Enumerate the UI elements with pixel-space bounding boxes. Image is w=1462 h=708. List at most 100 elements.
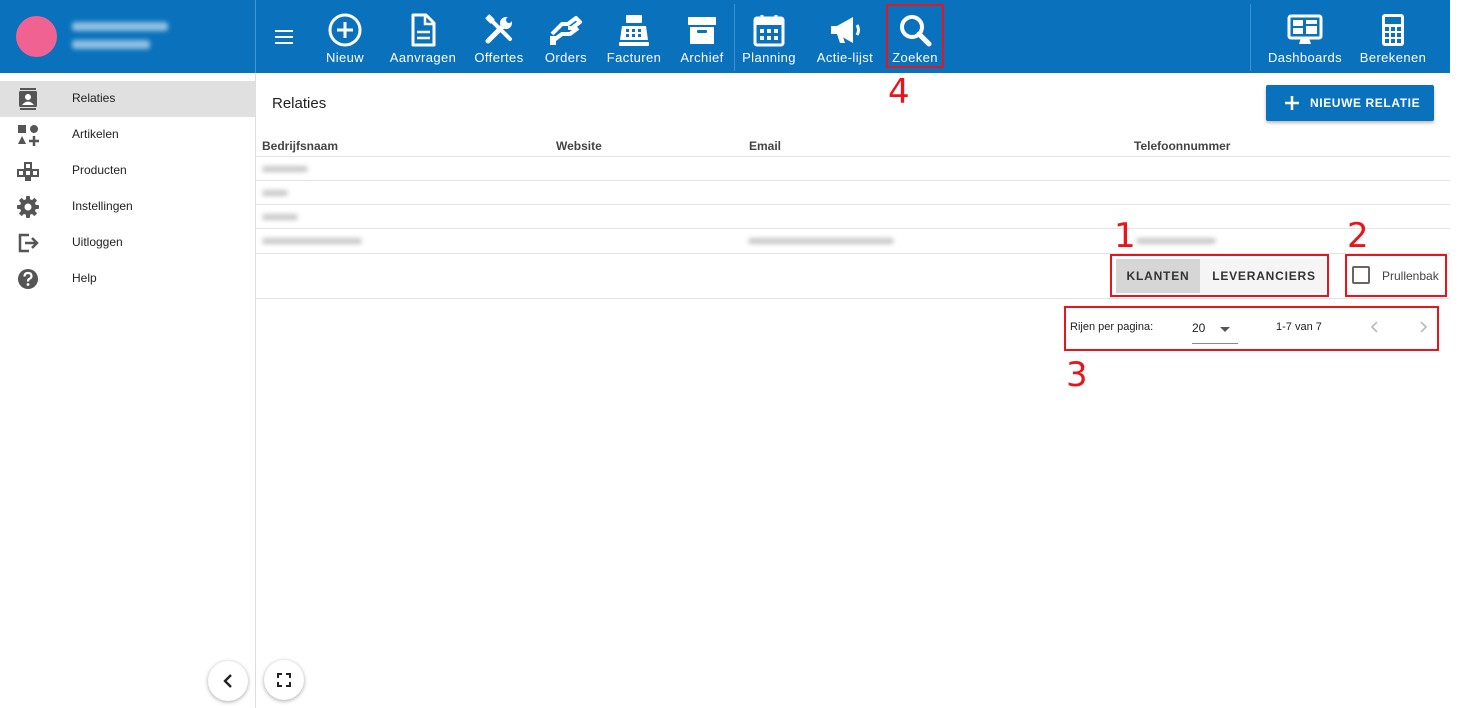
rows-per-page-label: Rijen per pagina: xyxy=(1070,321,1154,333)
sidebar-item-instellingen[interactable]: Instellingen xyxy=(0,189,255,225)
annotation-number: 1 xyxy=(1114,216,1136,256)
help-icon xyxy=(18,269,38,289)
table-divider xyxy=(256,298,1450,299)
account-header xyxy=(0,0,256,73)
chevron-right-icon xyxy=(1420,321,1428,333)
nav-divider xyxy=(1250,4,1251,71)
logout-icon xyxy=(18,233,39,253)
sidebar-item-label: Instellingen xyxy=(72,199,133,213)
new-relation-button[interactable]: NIEUWE RELATIE xyxy=(1266,85,1434,121)
nav-label: Archief xyxy=(680,50,724,65)
table-row[interactable] xyxy=(256,157,1450,180)
sidebar-item-label: Help xyxy=(72,271,97,285)
tools-icon xyxy=(485,14,512,44)
nav-aanvragen-button[interactable]: Aanvragen xyxy=(388,0,458,73)
nav-archief-button[interactable]: Archief xyxy=(677,0,727,73)
top-bar: Nieuw Aanvragen Offertes Orders Facturen… xyxy=(0,0,1450,73)
relation-type-toggle: KLANTEN LEVERANCIERS xyxy=(1116,259,1326,293)
blocks-icon xyxy=(17,162,39,181)
redacted-cell xyxy=(1136,238,1216,244)
nav-label: Planning xyxy=(742,50,796,65)
megaphone-icon xyxy=(831,17,860,43)
sidebar-item-help[interactable]: Help xyxy=(0,261,255,297)
previous-page-button[interactable] xyxy=(1366,318,1384,336)
redacted-cell xyxy=(262,166,308,172)
nav-planning-button[interactable]: Planning xyxy=(739,0,799,73)
nav-nieuw-button[interactable]: Nieuw xyxy=(322,0,368,73)
redacted-cell xyxy=(262,214,298,220)
column-header-telefoonnummer[interactable]: Telefoonnummer xyxy=(1134,139,1230,153)
table-divider xyxy=(256,253,1450,254)
fullscreen-icon xyxy=(277,673,291,687)
sidebar-item-label: Artikelen xyxy=(72,127,119,141)
sidebar-item-producten[interactable]: Producten xyxy=(0,153,255,189)
column-header-website[interactable]: Website xyxy=(556,139,602,153)
nav-berekenen-button[interactable]: Berekenen xyxy=(1358,0,1428,73)
avatar[interactable] xyxy=(16,16,57,57)
handshake-icon xyxy=(550,16,582,45)
column-header-bedrijfsnaam[interactable]: Bedrijfsnaam xyxy=(262,139,338,153)
rows-per-page-value: 20 xyxy=(1192,321,1206,335)
sidebar: Relaties Artikelen Producten Instellinge… xyxy=(0,73,256,708)
dashboard-monitor-icon xyxy=(1287,14,1323,44)
contacts-icon xyxy=(19,88,37,110)
sidebar-item-label: Relaties xyxy=(72,91,116,105)
redacted-cell xyxy=(262,238,362,244)
new-relation-label: NIEUWE RELATIE xyxy=(1310,96,1421,110)
sidebar-item-label: Uitloggen xyxy=(72,235,123,249)
nav-label: Facturen xyxy=(606,50,662,65)
nav-label: Zoeken xyxy=(892,50,938,65)
nav-actie-lijst-button[interactable]: Actie-lijst xyxy=(812,0,878,73)
nav-label: Orders xyxy=(544,50,588,65)
sidebar-item-relaties[interactable]: Relaties xyxy=(0,81,255,117)
nav-label: Offertes xyxy=(474,50,524,65)
nav-label: Actie-lijst xyxy=(816,50,874,65)
segment-klanten-button[interactable]: KLANTEN xyxy=(1116,259,1200,293)
table-row[interactable] xyxy=(256,229,1450,253)
plus-circle-icon xyxy=(328,13,362,47)
archive-box-icon xyxy=(688,17,716,44)
table-row[interactable] xyxy=(256,181,1450,204)
nav-divider xyxy=(734,4,735,71)
annotation-number: 3 xyxy=(1066,355,1088,395)
nav-zoeken-button[interactable]: Zoeken xyxy=(888,0,942,73)
sidebar-item-label: Producten xyxy=(72,163,127,177)
next-page-button[interactable] xyxy=(1414,318,1432,336)
table-row[interactable] xyxy=(256,205,1450,228)
nav-label: Aanvragen xyxy=(389,50,457,65)
chevron-left-icon xyxy=(1370,321,1378,333)
collapse-sidebar-button[interactable] xyxy=(208,661,248,701)
calendar-icon xyxy=(753,15,785,47)
pagination-range: 1-7 van 7 xyxy=(1276,321,1322,333)
annotation-number: 4 xyxy=(888,72,910,112)
fullscreen-button[interactable] xyxy=(264,660,304,700)
sidebar-item-artikelen[interactable]: Artikelen xyxy=(0,117,255,153)
sidebar-item-uitloggen[interactable]: Uitloggen xyxy=(0,225,255,261)
document-icon xyxy=(411,13,436,47)
menu-icon[interactable] xyxy=(274,26,296,46)
nav-facturen-button[interactable]: Facturen xyxy=(604,0,664,73)
rows-per-page-select[interactable]: 20 xyxy=(1192,314,1238,344)
nav-label: Dashboards xyxy=(1267,50,1343,65)
account-name-redacted xyxy=(72,22,168,31)
nav-orders-button[interactable]: Orders xyxy=(541,0,591,73)
trash-label: Prullenbak xyxy=(1382,269,1439,283)
plus-icon xyxy=(1285,96,1299,110)
nav-dashboards-button[interactable]: Dashboards xyxy=(1266,0,1344,73)
page-title: Relaties xyxy=(272,95,327,112)
redacted-cell xyxy=(262,190,288,196)
annotation-number: 2 xyxy=(1347,216,1369,256)
nav-offertes-button[interactable]: Offertes xyxy=(471,0,527,73)
nav-label: Nieuw xyxy=(325,50,365,65)
redacted-cell xyxy=(748,238,894,244)
trash-checkbox[interactable] xyxy=(1352,266,1370,284)
calculator-icon xyxy=(1382,14,1404,46)
caret-down-icon xyxy=(1220,327,1230,332)
account-company-redacted xyxy=(72,40,150,49)
nav-label: Berekenen xyxy=(1359,50,1427,65)
column-header-email[interactable]: Email xyxy=(749,139,781,153)
cash-register-icon xyxy=(619,15,649,46)
gear-icon xyxy=(17,196,39,218)
segment-leveranciers-button[interactable]: LEVERANCIERS xyxy=(1202,259,1326,293)
search-icon xyxy=(900,15,932,47)
